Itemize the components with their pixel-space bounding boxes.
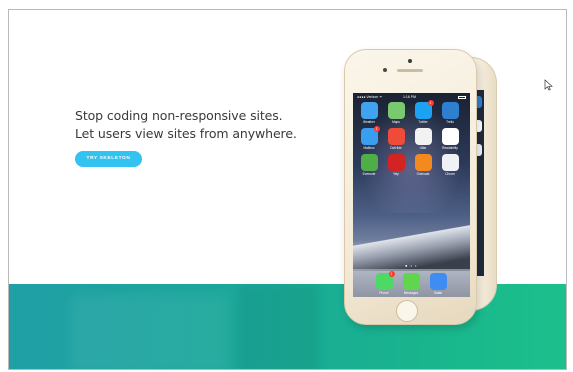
app-label: Weather [363,120,375,124]
app-label: Overcast [416,172,430,176]
speaker-grill [397,69,423,72]
app-label: Mailbox [363,146,375,150]
phone-mockup: ●●●● Verizon ᯤ 1:16 PM Weather Maps 1 Twitt… [344,49,477,325]
app-mailbox: 1 Mailbox [358,126,380,150]
chrome-icon [441,154,459,171]
app-label: Phone [379,291,389,295]
app-label: Evernote [362,172,376,176]
battery-icon [458,96,466,99]
weather-icon [360,102,378,119]
band-blur-shape [239,284,319,369]
browser-viewport: Stop coding non-responsive sites. Let us… [8,9,567,370]
hero-headline: Stop coding non-responsive sites. Let us… [75,107,315,143]
sensor-dot [408,59,412,63]
overcast-icon [414,154,432,171]
app-weather: Weather [358,102,380,124]
clock-label: 1:16 PM [403,95,417,99]
app-phone: 1 Phone [373,271,395,295]
status-bar: ●●●● Verizon ᯤ 1:16 PM [357,94,466,101]
app-label: Trello [446,120,454,124]
app-dock: 1 Phone Messages Safari [353,269,470,297]
app-evernote: Evernote [358,154,380,176]
app-label: Yelp [392,172,400,176]
yelp-icon [387,154,405,171]
headline-line-2: Let users view sites from anywhere. [75,126,297,141]
app-label: Messages [403,291,419,295]
app-ulfar: Ulfar [412,128,434,150]
app-messages: Messages [400,273,422,295]
trello-icon [441,102,459,119]
safari-icon [429,273,447,290]
app-label: Chrom [445,172,455,176]
app-chrom: Chrom [439,154,461,176]
app-label: Maps [392,120,400,124]
app-overcast: Overcast [412,154,434,176]
notification-badge: 1 [388,271,395,277]
headline-line-1: Stop coding non-responsive sites. [75,108,283,123]
app-safari: Safari [427,273,449,295]
app-label: Readability [442,146,458,150]
band-blur-shape [69,294,229,369]
readability-icon [441,128,459,145]
app-readability: Readability [439,128,461,150]
maps-icon [387,102,405,119]
page-dots: ● • • [405,263,418,268]
evernote-icon [360,154,378,171]
try-skeleton-button[interactable]: TRY SKELETON [75,151,142,167]
app-dothide: DotHide [385,128,407,150]
app-trello: Trello [439,102,461,124]
camera-icon [383,68,387,72]
mailbox-icon: 1 [360,126,380,145]
carrier-label: ●●●● Verizon ᯤ [357,95,383,99]
messages-icon [402,273,420,290]
notification-badge: 1 [373,126,380,132]
app-twitter: 1 Twitter [412,100,434,124]
app-label: Safari [433,291,443,295]
phone-screen: ●●●● Verizon ᯤ 1:16 PM Weather Maps 1 Twitt… [353,93,470,297]
ulfar-icon [414,128,432,145]
app-label: Twitter [418,120,428,124]
app-maps: Maps [385,102,407,124]
app-label: DotHide [390,146,402,150]
phone-icon: 1 [375,271,395,290]
home-button [396,300,418,322]
twitter-icon: 1 [414,100,434,119]
notification-badge: 1 [427,100,434,106]
app-label: Ulfar [419,146,427,150]
app-yelp: Yelp [385,154,407,176]
mouse-cursor-icon [544,79,553,91]
dot-icon [387,128,405,145]
